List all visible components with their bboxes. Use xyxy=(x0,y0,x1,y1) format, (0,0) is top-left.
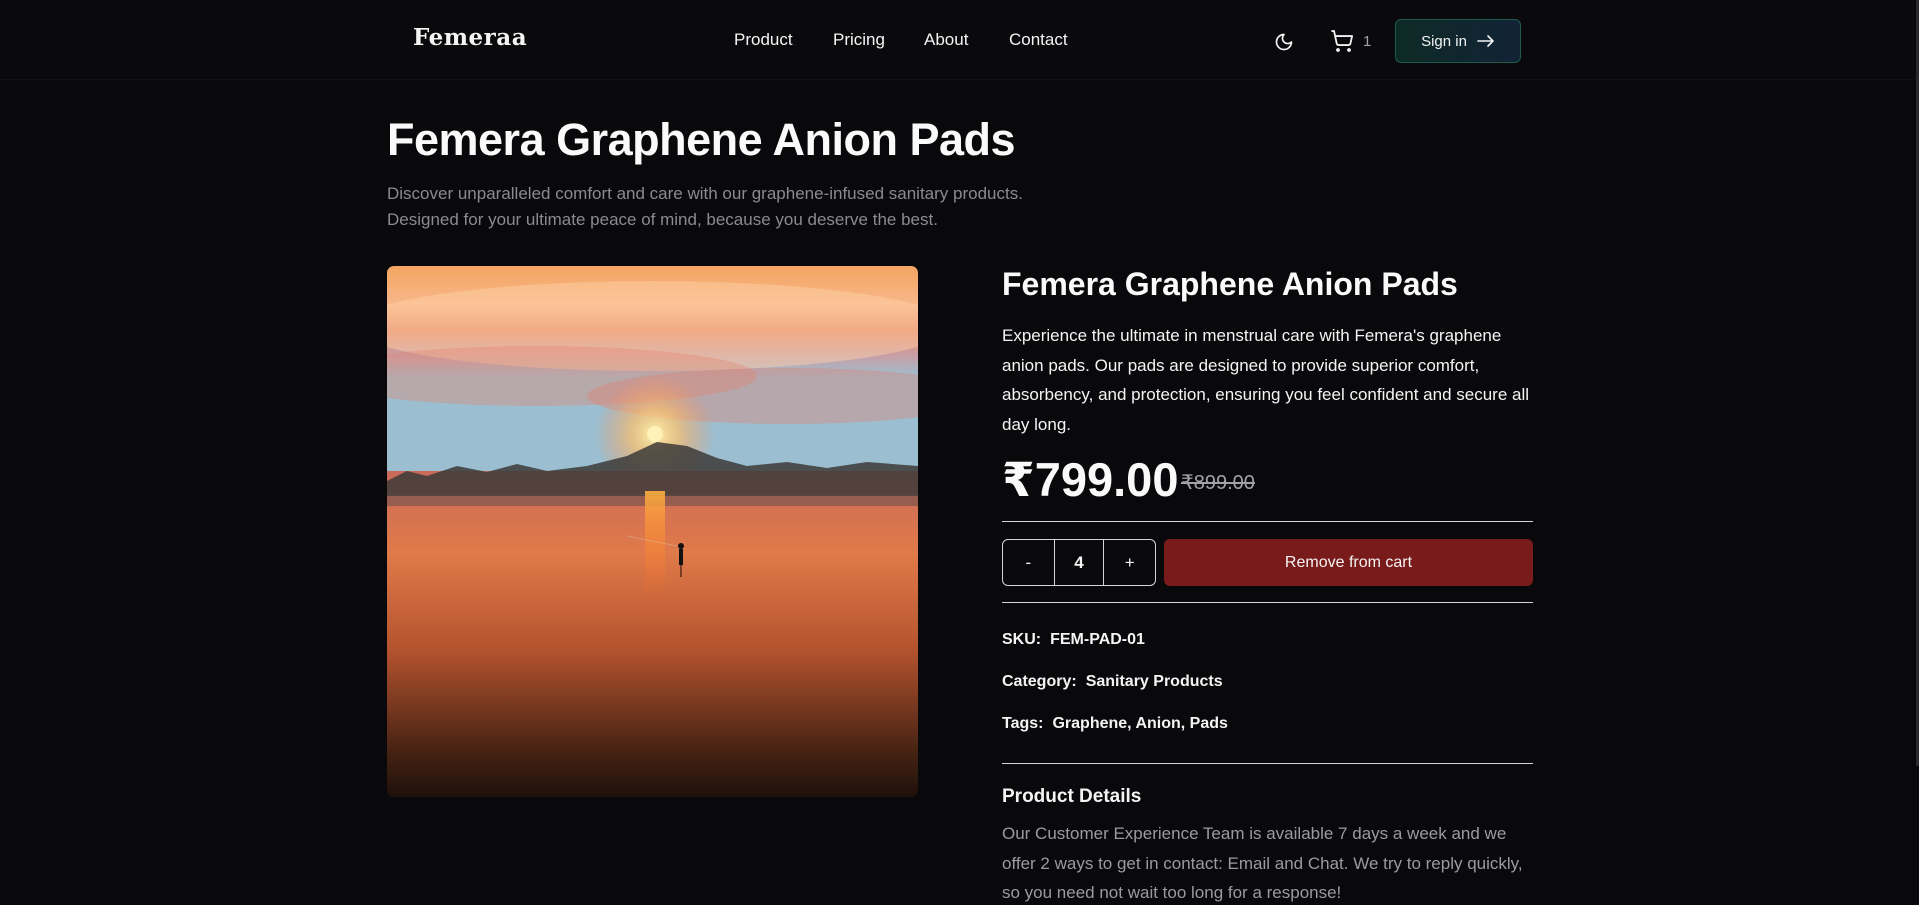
nav-contact[interactable]: Contact xyxy=(1009,30,1068,50)
site-header: Femeraa Product Pricing About Contact 1 … xyxy=(0,0,1919,80)
tags-label: Tags: xyxy=(1002,715,1044,732)
nav-pricing[interactable]: Pricing xyxy=(833,30,885,50)
product-image xyxy=(387,266,918,797)
category-row: Category: Sanitary Products xyxy=(1002,673,1223,691)
divider xyxy=(1002,521,1533,522)
remove-from-cart-button[interactable]: Remove from cart xyxy=(1164,539,1533,586)
product-price: ₹799.00 xyxy=(1002,453,1179,506)
product-details-text: Our Customer Experience Team is availabl… xyxy=(1002,824,1523,902)
sign-in-button[interactable]: Sign in xyxy=(1395,19,1521,63)
sku-label: SKU: xyxy=(1002,631,1042,648)
cart-count-badge: 1 xyxy=(1363,32,1372,50)
brand-logo[interactable]: Femeraa xyxy=(413,24,527,51)
category-label: Category: xyxy=(1002,673,1077,690)
tags-row: Tags: Graphene, Anion, Pads xyxy=(1002,715,1228,733)
page-subtitle-line-2: Designed for your ultimate peace of mind… xyxy=(387,210,938,229)
sku-value: FEM-PAD-01 xyxy=(1050,631,1145,648)
nav-about[interactable]: About xyxy=(924,30,968,50)
page-subtitle-line-1: Discover unparalleled comfort and care w… xyxy=(387,184,1023,203)
product-name: Femera Graphene Anion Pads xyxy=(1002,266,1458,302)
decrease-quantity-button[interactable]: - xyxy=(1003,540,1054,585)
category-value[interactable]: Sanitary Products xyxy=(1086,673,1223,691)
quantity-stepper: - 4 + xyxy=(1002,539,1156,586)
product-details-heading: Product Details xyxy=(1002,786,1142,807)
nav-product[interactable]: Product xyxy=(734,30,793,50)
page-subtitle: Discover unparalleled comfort and care w… xyxy=(387,181,1107,233)
product-description: Experience the ultimate in menstrual car… xyxy=(1002,326,1530,434)
divider xyxy=(1002,763,1533,764)
divider xyxy=(1002,602,1533,603)
sunset-lake-photo xyxy=(387,266,918,797)
cart-button[interactable]: 1 xyxy=(1329,28,1371,54)
moon-icon xyxy=(1275,33,1293,51)
product-old-price: ₹899.00 xyxy=(1181,472,1255,494)
arrow-right-icon xyxy=(1477,35,1494,47)
theme-toggle-button[interactable] xyxy=(1270,29,1298,55)
sign-in-label: Sign in xyxy=(1421,32,1467,50)
sku-row: SKU: FEM-PAD-01 xyxy=(1002,631,1145,649)
cart-icon xyxy=(1331,30,1353,52)
quantity-value[interactable]: 4 xyxy=(1053,540,1105,585)
increase-quantity-button[interactable]: + xyxy=(1104,540,1155,585)
page-title: Femera Graphene Anion Pads xyxy=(387,114,1016,165)
tags-value[interactable]: Graphene, Anion, Pads xyxy=(1052,715,1227,733)
